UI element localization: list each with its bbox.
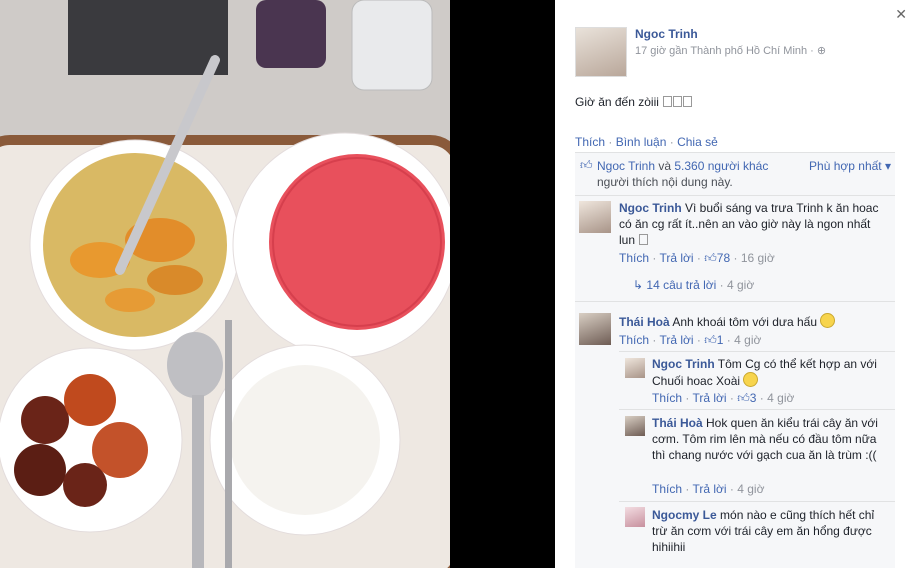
reply: Ngoc Trinh Tôm Cg có thể kết hợp an với … bbox=[652, 356, 882, 389]
reply-meta: Thích · Trả lời · 4 giờ bbox=[652, 482, 765, 496]
comment-author[interactable]: Ngoc Trinh bbox=[619, 201, 682, 215]
likes-summary: 👍︎ Ngoc Trinh và 5.360 người khác người … bbox=[575, 153, 895, 196]
liker-name[interactable]: Ngoc Trinh bbox=[597, 159, 655, 173]
avatar[interactable] bbox=[579, 201, 611, 233]
divider bbox=[575, 301, 895, 302]
food-photo-illustration bbox=[0, 0, 450, 568]
comment: Ngoc Trinh Vì buổi sáng va trưa Trinh k … bbox=[619, 200, 889, 248]
replies-link[interactable]: 14 câu trả lời bbox=[646, 278, 716, 292]
avatar[interactable] bbox=[579, 313, 611, 345]
comment-reply-link[interactable]: Trả lời bbox=[659, 251, 693, 265]
emoji-placeholder-icon bbox=[639, 234, 649, 245]
reply-author[interactable]: Ngoc Trinh bbox=[652, 357, 715, 371]
reply-reply-link[interactable]: Trả lời bbox=[692, 482, 726, 496]
reply-author[interactable]: Thái Hoà bbox=[652, 416, 703, 430]
like-link[interactable]: Thích bbox=[575, 135, 605, 149]
close-icon[interactable]: ✕ bbox=[895, 6, 907, 23]
reply-author[interactable]: Ngocmy Le bbox=[652, 508, 717, 522]
post-author-name[interactable]: Ngoc Trinh bbox=[635, 27, 698, 41]
emoji-placeholder-icon bbox=[662, 95, 693, 109]
reply: Ngocmy Le món nào e cũng thích hết chỉ t… bbox=[652, 507, 882, 555]
comment-like-count[interactable]: 78 bbox=[717, 251, 730, 265]
post-actions: Thích · Bình luận · Chia sẻ bbox=[575, 135, 718, 149]
reply-arrow-icon: ↳ bbox=[633, 278, 647, 292]
comment-time[interactable]: 4 giờ bbox=[734, 333, 761, 347]
reply-time[interactable]: 4 giờ bbox=[767, 391, 794, 405]
smiley-icon bbox=[820, 313, 836, 328]
divider bbox=[619, 501, 895, 502]
thumbs-up-icon: 👍︎ bbox=[704, 251, 717, 265]
reply-reply-link[interactable]: Trả lời bbox=[692, 391, 726, 405]
post-side-panel: ✕ Ngoc Trinh 17 giờ gần Thành phố Hồ Chí… bbox=[555, 0, 913, 568]
sort-dropdown[interactable]: Phù hợp nhất ▾ bbox=[809, 159, 891, 173]
comment: Thái Hoà Anh khoái tôm với dưa hấu bbox=[619, 313, 889, 330]
reply-meta: Thích · Trả lời · 👍︎3 · 4 giờ bbox=[652, 391, 795, 405]
photo-viewer-background bbox=[450, 0, 555, 568]
comment-time[interactable]: 16 giờ bbox=[741, 251, 775, 265]
comment-like-link[interactable]: Thích bbox=[619, 333, 649, 347]
share-link[interactable]: Chia sẻ bbox=[677, 135, 718, 149]
comment-meta: Thích · Trả lời · 👍︎78 · 16 giờ bbox=[619, 251, 775, 265]
reply-time[interactable]: 4 giờ bbox=[737, 482, 764, 496]
post-text-content: Giờ ăn đến zòiii bbox=[575, 95, 659, 109]
reply-like-link[interactable]: Thích bbox=[652, 391, 682, 405]
avatar[interactable] bbox=[625, 358, 645, 378]
thumbs-up-icon: 👍︎ bbox=[737, 391, 750, 405]
post-text: Giờ ăn đến zòiii bbox=[575, 95, 693, 109]
comment-link[interactable]: Bình luận bbox=[616, 135, 667, 149]
comment-reply-link[interactable]: Trả lời bbox=[659, 333, 693, 347]
replies-time: 4 giờ bbox=[726, 278, 755, 292]
post-photo[interactable] bbox=[0, 0, 450, 568]
reply-like-link[interactable]: Thích bbox=[652, 482, 682, 496]
divider bbox=[619, 409, 895, 410]
smiley-icon bbox=[743, 372, 759, 387]
avatar[interactable] bbox=[625, 507, 645, 527]
view-replies[interactable]: ↳ 14 câu trả lời · 4 giờ bbox=[633, 278, 754, 292]
comment-author[interactable]: Thái Hoà bbox=[619, 315, 670, 329]
likes-line-2: người thích nội dung này. bbox=[597, 175, 733, 189]
comments-section: 👍︎ Ngoc Trinh và 5.360 người khác người … bbox=[575, 152, 895, 568]
likes-others-link[interactable]: 5.360 người khác bbox=[674, 159, 768, 173]
action-separator: · bbox=[605, 135, 616, 149]
avatar[interactable] bbox=[575, 27, 627, 77]
divider bbox=[619, 351, 895, 352]
comment-like-link[interactable]: Thích bbox=[619, 251, 649, 265]
likes-and: và bbox=[655, 159, 675, 173]
thumbs-up-icon: 👍︎ bbox=[704, 333, 717, 347]
thumbs-up-icon: 👍︎ bbox=[580, 158, 593, 172]
comment-meta: Thích · Trả lời · 👍︎1 · 4 giờ bbox=[619, 333, 762, 347]
avatar[interactable] bbox=[625, 416, 645, 436]
reply: Thái Hoà Hok quen ăn kiểu trái cây ăn vớ… bbox=[652, 415, 882, 463]
post-meta: 17 giờ gần Thành phố Hồ Chí Minh · ⊕ bbox=[635, 45, 827, 57]
action-separator: · bbox=[666, 135, 678, 149]
likes-line: Ngoc Trinh và 5.360 người khác bbox=[597, 159, 768, 173]
comment-text: Anh khoái tôm với dưa hấu bbox=[669, 315, 817, 329]
